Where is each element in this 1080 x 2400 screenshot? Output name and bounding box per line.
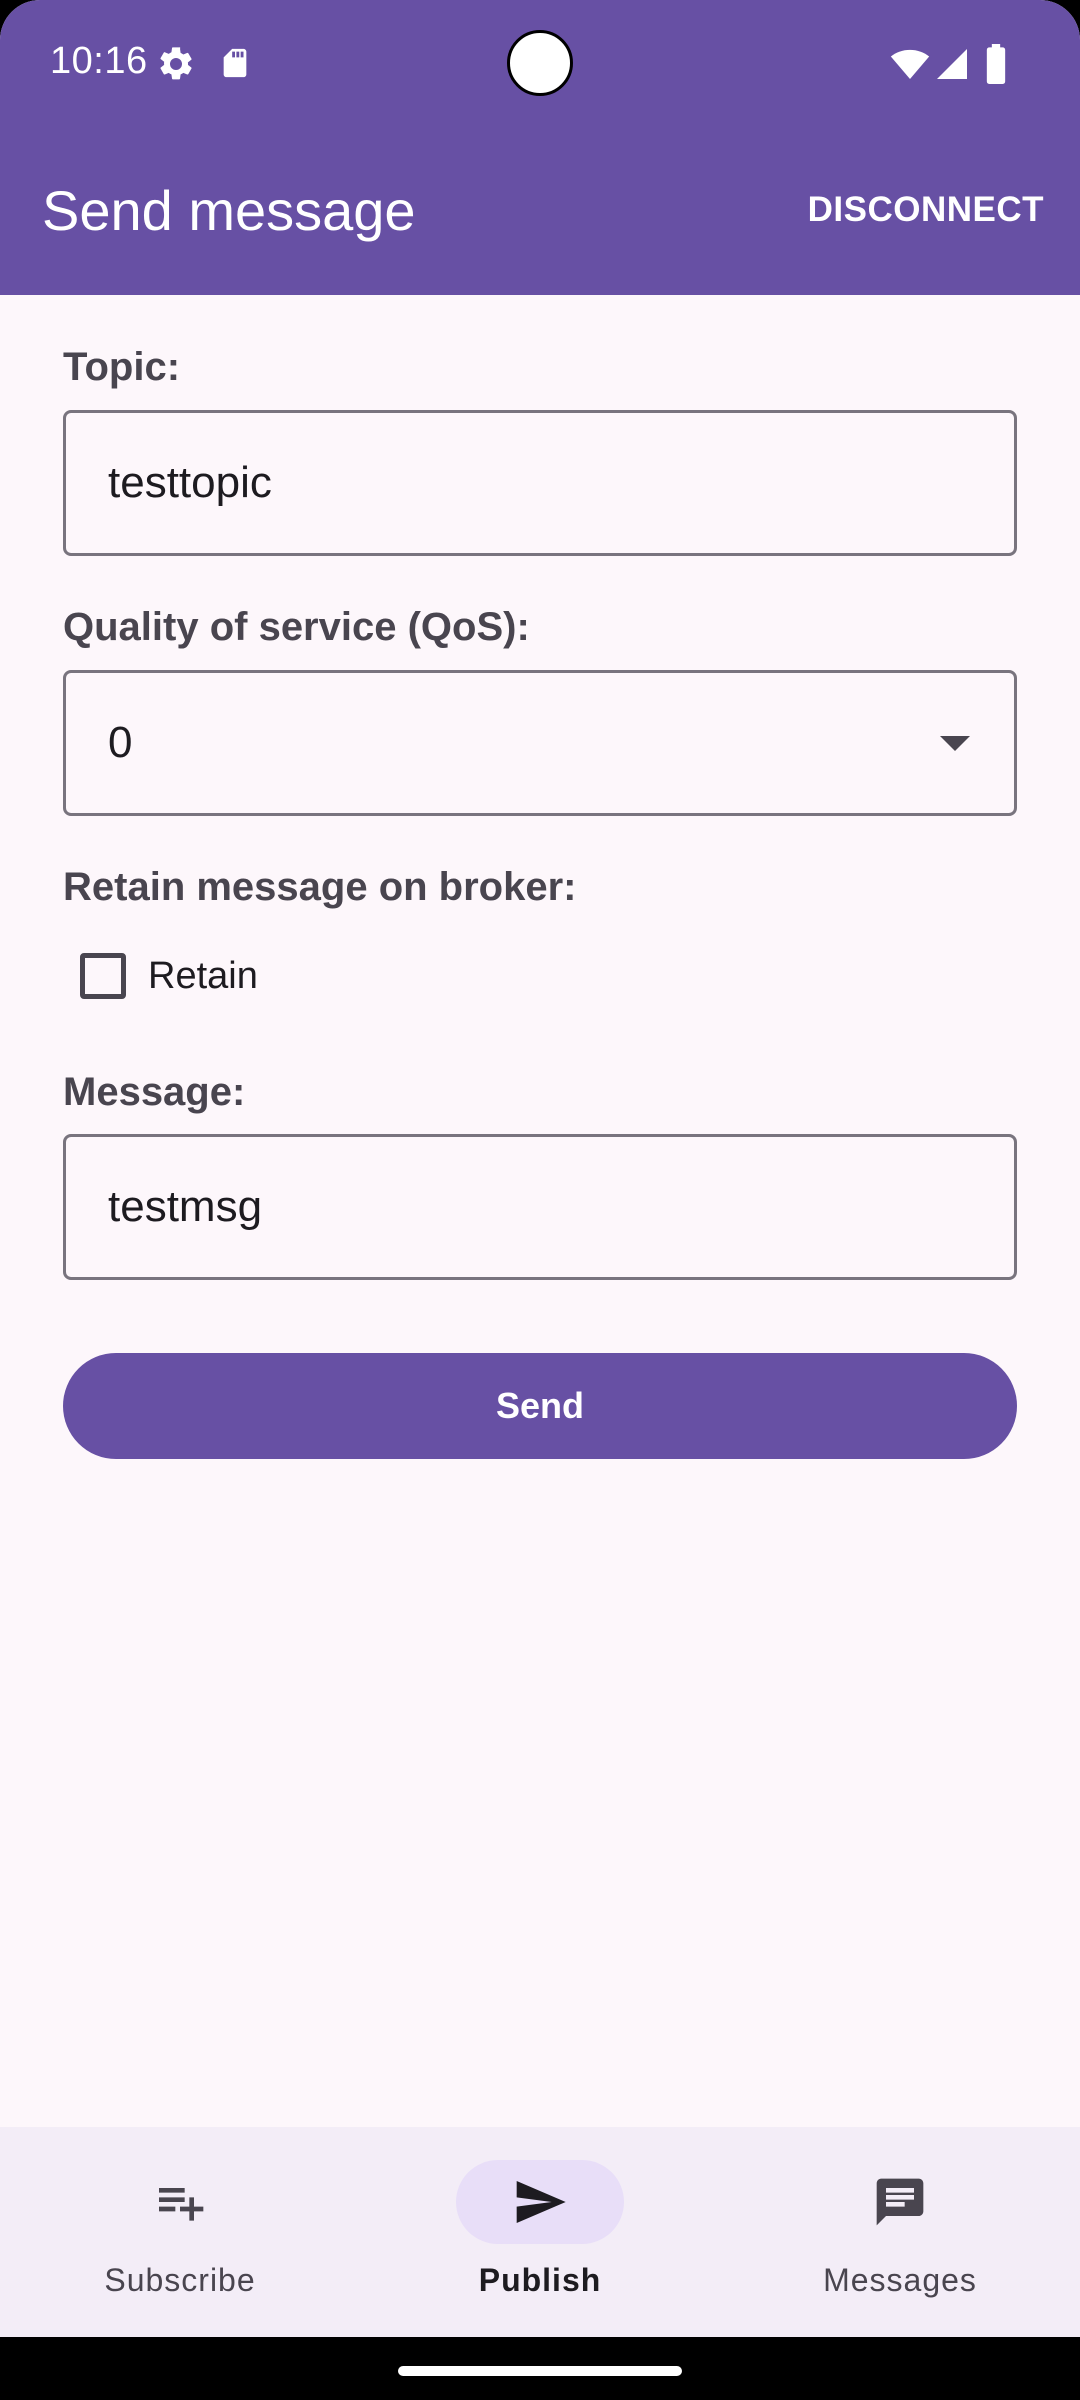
message-input[interactable]: testmsg bbox=[63, 1134, 1017, 1280]
top-app-bar: 10:16 Send message DISCONNECT bbox=[0, 0, 1080, 295]
settings-icon bbox=[156, 44, 196, 89]
wifi-icon bbox=[890, 44, 930, 89]
battery-icon bbox=[984, 44, 1008, 89]
gesture-navigation-bar bbox=[0, 2337, 1080, 2400]
retain-checkbox-row[interactable]: Retain bbox=[80, 953, 258, 999]
send-button-label: Send bbox=[495, 1385, 584, 1426]
nav-item-messages[interactable]: Messages bbox=[720, 2127, 1080, 2337]
camera-cutout bbox=[507, 30, 573, 96]
topic-label: Topic: bbox=[63, 345, 181, 389]
retain-checkbox-label: Retain bbox=[148, 954, 258, 997]
home-gesture-handle[interactable] bbox=[398, 2366, 682, 2376]
retain-section-label: Retain message on broker: bbox=[63, 865, 577, 909]
message-input-value: testmsg bbox=[108, 1182, 263, 1231]
dropdown-arrow-icon bbox=[940, 736, 970, 751]
sd-card-icon bbox=[218, 44, 252, 87]
message-icon bbox=[872, 2174, 928, 2230]
message-label: Message: bbox=[63, 1070, 246, 1114]
retain-checkbox[interactable] bbox=[80, 953, 126, 999]
qos-label: Quality of service (QoS): bbox=[63, 605, 530, 649]
nav-label-messages: Messages bbox=[823, 2262, 977, 2298]
qos-selected-value: 0 bbox=[108, 718, 133, 767]
disconnect-button[interactable]: DISCONNECT bbox=[808, 190, 1044, 230]
bottom-navigation: Subscribe Publish Messages bbox=[0, 2127, 1080, 2337]
screen: 10:16 Send message DISCONNECT Topic: tes… bbox=[0, 0, 1080, 2400]
playlist-add-icon bbox=[152, 2174, 208, 2230]
page-title: Send message bbox=[42, 179, 416, 242]
status-time: 10:16 bbox=[50, 40, 148, 82]
nav-item-subscribe[interactable]: Subscribe bbox=[0, 2127, 360, 2337]
qos-dropdown[interactable]: 0 bbox=[63, 670, 1017, 816]
send-icon bbox=[512, 2174, 568, 2230]
nav-label-publish: Publish bbox=[478, 2262, 602, 2298]
nav-label-subscribe: Subscribe bbox=[104, 2262, 256, 2298]
topic-input-value: testtopic bbox=[108, 458, 272, 507]
signal-icon bbox=[934, 44, 970, 89]
send-button[interactable]: Send bbox=[63, 1353, 1017, 1459]
nav-item-publish[interactable]: Publish bbox=[360, 2127, 720, 2337]
topic-input[interactable]: testtopic bbox=[63, 410, 1017, 556]
